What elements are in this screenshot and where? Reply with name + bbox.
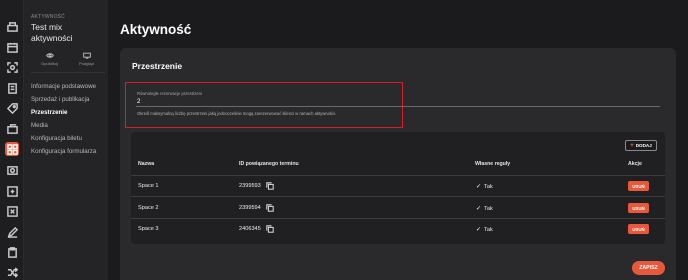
term-id-value: 2399594: [239, 205, 261, 211]
publish-label: Opublikuj: [41, 61, 58, 66]
monitor-icon: [82, 52, 91, 59]
table-cell-name: Space 1: [138, 183, 159, 189]
reservation-icon[interactable]: [5, 81, 19, 95]
table-cell-term-id: 2406345: [239, 225, 274, 233]
parallel-reservations-input[interactable]: [136, 97, 660, 107]
table-cell-rules: ✓ Tak: [476, 205, 493, 212]
icon-rail: [0, 0, 24, 280]
eye-icon: [45, 53, 54, 58]
close-square-icon[interactable]: [5, 204, 19, 218]
term-id-value: 2399593: [239, 183, 261, 189]
row-divider: [131, 196, 665, 197]
sidebar-item-sales[interactable]: Sprzedaż i publikacja: [31, 93, 96, 106]
sidebar-item-spaces[interactable]: Przestrzenie: [31, 106, 96, 119]
edit-icon[interactable]: [5, 225, 19, 239]
ticket-icon[interactable]: [5, 122, 19, 136]
term-id-value: 2406345: [239, 226, 261, 232]
table-cell-term-id: 2399593: [239, 182, 274, 190]
save-button[interactable]: ZAPISZ: [632, 261, 665, 275]
sidebar-item-ticket-config[interactable]: Konfiguracja biletu: [31, 132, 96, 145]
activity-sidebar: AKTYWNOŚĆ Test mix aktywności Opublikuj …: [24, 0, 108, 280]
table-cell-rules: ✓ Tak: [476, 226, 493, 233]
column-header-rules: Własne reguły: [475, 161, 511, 167]
row-divider: [131, 175, 665, 176]
plus-icon: +: [630, 142, 634, 149]
add-space-button[interactable]: + DODAJ: [625, 140, 657, 151]
add-label: DODAJ: [635, 143, 652, 148]
column-header-name: Nazwa: [138, 161, 155, 167]
copy-icon[interactable]: [266, 182, 274, 190]
copy-icon[interactable]: [266, 204, 274, 212]
sidebar-actions: Opublikuj Podgląd: [31, 52, 105, 70]
table-cell-name: Space 3: [138, 226, 159, 232]
parallel-reservations-help: Określ maksymalną liczbę przestrzeni jak…: [137, 111, 337, 116]
table-cell-name: Space 2: [138, 205, 159, 211]
delete-button[interactable]: USUŃ: [628, 181, 649, 191]
rules-value: Tak: [484, 184, 493, 190]
sidebar-divider: [31, 72, 105, 73]
delete-button[interactable]: USUŃ: [628, 224, 649, 234]
dashboard-icon[interactable]: [5, 19, 19, 33]
gallery-icon[interactable]: [5, 163, 19, 177]
check-icon: ✓: [476, 206, 482, 212]
table-cell-term-id: 2399594: [239, 204, 274, 212]
check-icon: ✓: [476, 184, 482, 190]
calendar-icon[interactable]: [5, 40, 19, 54]
row-divider: [131, 218, 665, 219]
tag-icon[interactable]: [5, 101, 19, 115]
delete-button[interactable]: USUŃ: [628, 203, 649, 213]
sidebar-title: Test mix aktywności: [31, 22, 73, 43]
copy-icon[interactable]: [266, 225, 274, 233]
sidebar-item-media[interactable]: Media: [31, 119, 96, 132]
publish-button[interactable]: Opublikuj: [35, 52, 65, 70]
section-title: Przestrzenie: [132, 61, 183, 71]
sidebar-nav: Informacje podstawowe Sprzedaż i publika…: [31, 80, 96, 158]
sidebar-item-form-config[interactable]: Konfiguracja formularza: [31, 145, 96, 158]
shuffle-icon[interactable]: [5, 265, 19, 279]
table-cell-rules: ✓ Tak: [476, 183, 493, 190]
rules-value: Tak: [484, 227, 493, 233]
clipboard-icon[interactable]: [5, 245, 19, 259]
column-header-actions: Akcje: [628, 161, 642, 167]
column-header-term-id: ID powiązanego terminu: [239, 161, 299, 167]
preview-button[interactable]: Podgląd: [72, 52, 102, 70]
page-title: Aktywność: [120, 22, 192, 37]
voucher-icon[interactable]: [5, 184, 19, 198]
parallel-reservations-label: Równoległe rezerwacje przestrzeni: [137, 91, 202, 96]
spaces-table: [131, 132, 665, 244]
focus-icon[interactable]: [5, 60, 19, 74]
rules-value: Tak: [484, 206, 493, 212]
preview-label: Podgląd: [79, 61, 94, 66]
sidebar-eyebrow: AKTYWNOŚĆ: [31, 14, 66, 20]
sidebar-item-basic-info[interactable]: Informacje podstawowe: [31, 80, 96, 93]
check-icon: ✓: [476, 227, 482, 233]
activity-icon[interactable]: [5, 142, 19, 156]
